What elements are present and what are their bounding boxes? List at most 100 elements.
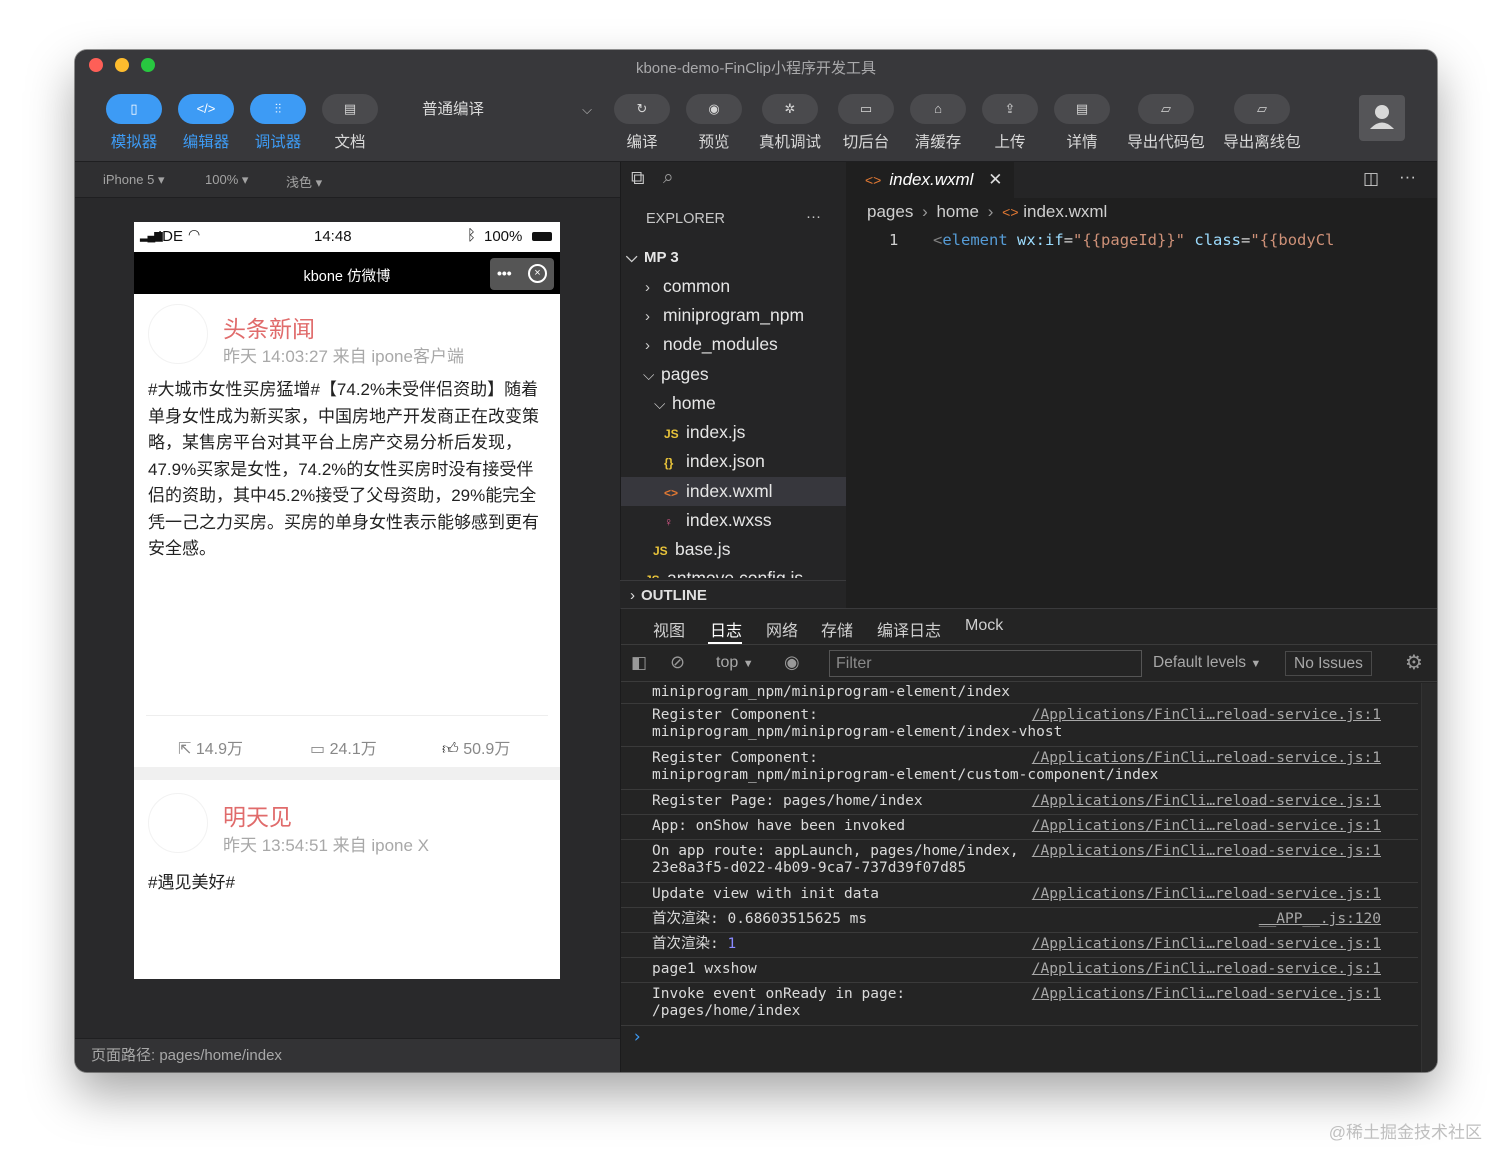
post-author[interactable]: 头条新闻 (223, 310, 315, 344)
log-row[interactable]: 首次渲染: 0.68603515625 ms __APP__.js:120 (621, 908, 1418, 933)
outline-section[interactable]: › OUTLINE (620, 580, 846, 610)
breadcrumb-item[interactable]: pages (867, 202, 913, 221)
sidebar-toggle-icon[interactable]: ◧ (631, 653, 647, 673)
tab-view[interactable]: 视图 (653, 617, 685, 641)
files-icon[interactable]: ⧉ (631, 168, 645, 190)
log-source-link[interactable]: /Applications/FinCli…reload-service.js:1 (1032, 936, 1381, 953)
log-message: On app route: appLaunch, pages/home/inde… (652, 843, 1019, 876)
wxml-file-icon: <> (1002, 204, 1019, 220)
gear-icon[interactable]: ⚙ (1405, 650, 1423, 675)
tab-console[interactable]: 日志 (710, 617, 742, 641)
tab-index-wxml[interactable]: <> index.wxml ✕ (846, 162, 1014, 198)
log-row[interactable]: Register Component: miniprogram_npm/mini… (621, 747, 1418, 790)
debugger-toggle-button[interactable]: ⫶⫶ 调试器 (244, 94, 312, 152)
chevron-right-icon: › (645, 337, 650, 354)
avatar[interactable] (148, 304, 208, 364)
avatar[interactable] (1359, 95, 1405, 141)
preview-button[interactable]: ◉ 预览 (680, 94, 748, 152)
log-source-link[interactable]: /Applications/FinCli…reload-service.js:1 (1032, 961, 1381, 978)
code-editor: <> index.wxml ✕ ◫ ··· pages › home › <> i… (846, 162, 1437, 658)
tree-item-antmove-config[interactable]: JSantmove.config.js (621, 564, 846, 578)
share-button[interactable]: ⇱ 14.9万 (178, 735, 243, 759)
log-source-link[interactable]: /Applications/FinCli…reload-service.js:1 (1032, 886, 1381, 903)
compile-mode-select[interactable]: 普通编译 ⌵ (402, 97, 598, 123)
issues-button[interactable]: No Issues (1285, 651, 1372, 676)
context-select[interactable]: top ▼ (716, 654, 754, 672)
tree-item-pages[interactable]: ⌵ pages (621, 360, 846, 389)
clear-console-icon[interactable]: ⊘ (670, 652, 685, 673)
clear-cache-button[interactable]: ⌂ 清缓存 (904, 94, 972, 152)
code-text[interactable]: <element wx:if="{{pageId}}" class="{{bod… (933, 231, 1334, 249)
log-row[interactable]: miniprogram_npm/miniprogram-element/inde… (621, 683, 1418, 704)
tab-compile-log[interactable]: 编译日志 (877, 617, 941, 641)
breadcrumb-item[interactable]: index.wxml (1023, 202, 1107, 221)
more-icon[interactable]: ••• (497, 265, 512, 281)
log-source-link[interactable]: /Applications/FinCli…reload-service.js:1 (1032, 707, 1381, 724)
remote-debug-button[interactable]: ✲ 真机调试 (756, 94, 824, 152)
tree-item-node-modules[interactable]: › node_modules (621, 330, 846, 359)
more-icon[interactable]: ··· (806, 208, 821, 225)
like-button[interactable]: 👍︎ 50.9万 (442, 735, 510, 759)
log-row[interactable]: Register Component: miniprogram_npm/mini… (621, 704, 1418, 747)
tab-network[interactable]: 网络 (766, 617, 798, 641)
log-row[interactable]: page1 wxshow /Applications/FinCli…reload… (621, 958, 1418, 983)
tree-item-common[interactable]: › common (621, 272, 846, 301)
upload-button[interactable]: ⇪ 上传 (976, 94, 1044, 152)
tree-item-index-json[interactable]: {} index.json (621, 447, 846, 476)
tree-item-index-wxss[interactable]: ♀ index.wxss (621, 506, 846, 535)
log-source-link[interactable]: __APP__.js:120 (1259, 911, 1381, 928)
tree-item-miniprogram-npm[interactable]: › miniprogram_npm (621, 301, 846, 330)
docs-button[interactable]: ▤ 文档 (316, 94, 384, 152)
split-editor-icon[interactable]: ◫ (1363, 169, 1379, 189)
tree-item-label: home (672, 393, 716, 413)
log-row[interactable]: Register Page: pages/home/index /Applica… (621, 790, 1418, 815)
close-icon[interactable]: × (528, 264, 547, 283)
log-source-link[interactable]: /Applications/FinCli…reload-service.js:1 (1032, 843, 1381, 860)
console-prompt[interactable]: › (632, 1027, 642, 1047)
wxml-file-icon: <> (664, 486, 679, 500)
log-source-link[interactable]: /Applications/FinCli…reload-service.js:1 (1032, 986, 1381, 1003)
levels-select[interactable]: Default levels ▼ (1153, 654, 1261, 672)
breadcrumb-item[interactable]: home (936, 202, 979, 221)
tree-item-home[interactable]: ⌵ home (621, 389, 846, 418)
carrier-label: IDE (158, 228, 184, 245)
wifi-icon: ◠ (188, 226, 201, 242)
export-offline-button[interactable]: ▱ 导出离线包 (1216, 94, 1308, 152)
tab-mock[interactable]: Mock (965, 617, 1003, 635)
tab-storage[interactable]: 存储 (821, 617, 853, 641)
tree-item-index-wxml[interactable]: <> index.wxml (621, 477, 846, 506)
log-row[interactable]: Invoke event onReady in page: /pages/hom… (621, 983, 1418, 1026)
code-line[interactable]: 1 <element wx:if="{{pageId}}" class="{{b… (846, 229, 1437, 253)
vertical-scrollbar[interactable] (1421, 683, 1437, 1072)
eye-icon[interactable]: ◉ (784, 652, 800, 673)
log-row[interactable]: Update view with init data /Applications… (621, 883, 1418, 908)
details-button[interactable]: ▤ 详情 (1048, 94, 1116, 152)
simulator-toggle-button[interactable]: ▯ 模拟器 (100, 94, 168, 152)
export-code-button[interactable]: ▱ 导出代码包 (1120, 94, 1212, 152)
log-row[interactable]: On app route: appLaunch, pages/home/inde… (621, 840, 1418, 883)
log-source-link[interactable]: /Applications/FinCli…reload-service.js:1 (1032, 750, 1381, 767)
avatar[interactable] (148, 793, 208, 853)
capsule-menu[interactable]: ••• × (490, 258, 554, 290)
explorer-toolbar: ⧉ ⌕ (621, 162, 846, 200)
zoom-select[interactable]: 100% ▾ (205, 172, 248, 188)
post-author[interactable]: 明天见 (223, 798, 292, 832)
log-row[interactable]: App: onShow have been invoked /Applicati… (621, 815, 1418, 840)
compile-button[interactable]: ↻ 编译 (608, 94, 676, 152)
comment-button[interactable]: ▭ 24.1万 (310, 735, 377, 759)
device-select[interactable]: iPhone 5 ▾ (103, 172, 164, 188)
more-icon[interactable]: ··· (1399, 167, 1416, 187)
theme-select[interactable]: 浅色 ▾ (286, 172, 322, 191)
search-icon[interactable]: ⌕ (663, 167, 674, 189)
log-source-link[interactable]: /Applications/FinCli…reload-service.js:1 (1032, 818, 1381, 835)
background-button[interactable]: ▭ 切后台 (832, 94, 900, 152)
log-row[interactable]: 首次渲染: 1 /Applications/FinCli…reload-serv… (621, 933, 1418, 958)
tree-root[interactable]: ⌵ MP 3 (621, 243, 846, 272)
tree-item-base-js[interactable]: JS base.js (621, 535, 846, 564)
tree-item-index-js[interactable]: JS index.js (621, 418, 846, 447)
tree-item-label: common (663, 276, 731, 296)
log-source-link[interactable]: /Applications/FinCli…reload-service.js:1 (1032, 793, 1381, 810)
filter-input[interactable]: Filter (829, 650, 1142, 677)
close-icon[interactable]: ✕ (988, 170, 1002, 189)
editor-toggle-button[interactable]: </> 编辑器 (172, 94, 240, 152)
